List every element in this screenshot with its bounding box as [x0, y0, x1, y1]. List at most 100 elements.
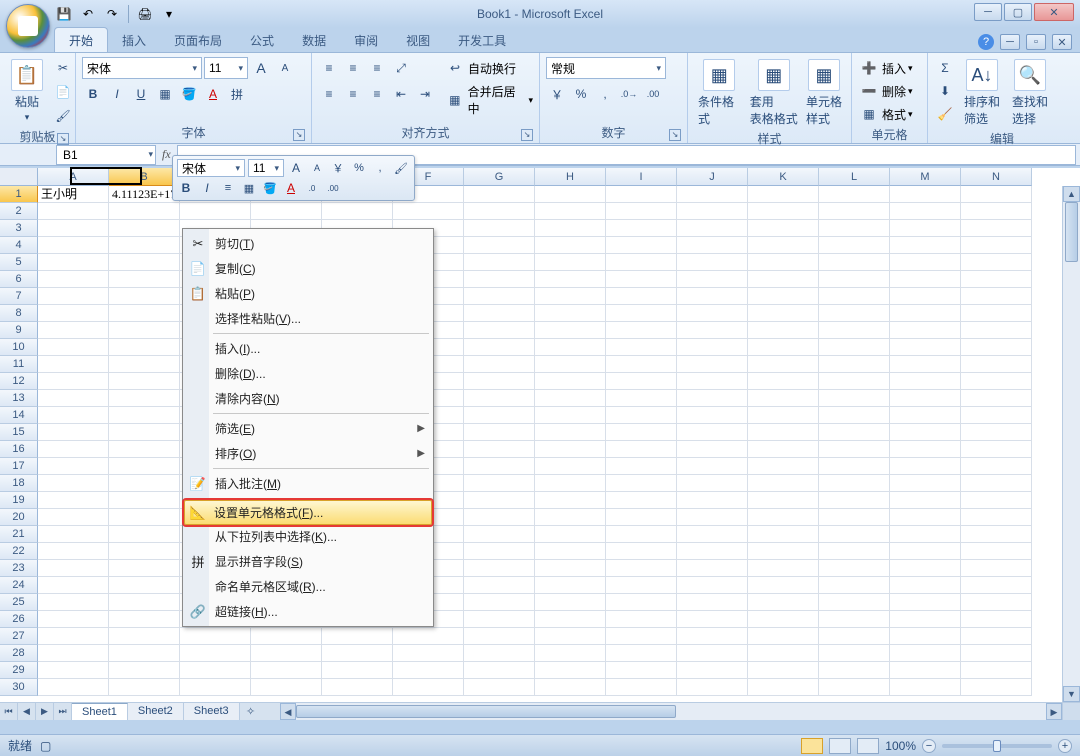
cell[interactable] — [109, 373, 180, 390]
cell[interactable] — [890, 526, 961, 543]
cell[interactable] — [890, 611, 961, 628]
cell[interactable] — [677, 560, 748, 577]
cell[interactable] — [535, 203, 606, 220]
cell[interactable] — [677, 322, 748, 339]
cell[interactable] — [606, 594, 677, 611]
cell[interactable] — [535, 322, 606, 339]
cell[interactable] — [819, 441, 890, 458]
cell[interactable] — [748, 203, 819, 220]
mini-font-combo[interactable]: 宋体▾ — [177, 159, 245, 177]
mini-currency-icon[interactable]: ￥ — [329, 159, 347, 177]
col-header[interactable]: J — [677, 168, 748, 186]
col-header[interactable]: N — [961, 168, 1032, 186]
cell[interactable] — [748, 373, 819, 390]
mini-fontcolor-icon[interactable]: A — [282, 179, 300, 197]
cell[interactable] — [535, 390, 606, 407]
cell[interactable] — [748, 543, 819, 560]
cell[interactable] — [961, 203, 1032, 220]
minimize-button[interactable]: ─ — [974, 3, 1002, 21]
cell[interactable] — [38, 441, 109, 458]
close-button[interactable]: ✕ — [1034, 3, 1074, 21]
cell[interactable] — [109, 628, 180, 645]
row-header[interactable]: 27 — [0, 628, 38, 645]
cell[interactable] — [464, 679, 535, 696]
wrap-text-button[interactable]: ↩自动换行 — [444, 57, 533, 79]
cell[interactable] — [109, 509, 180, 526]
cell[interactable] — [677, 662, 748, 679]
cell[interactable] — [677, 305, 748, 322]
row-header[interactable]: 26 — [0, 611, 38, 628]
cell[interactable] — [393, 662, 464, 679]
row-header[interactable]: 5 — [0, 254, 38, 271]
cell[interactable] — [606, 458, 677, 475]
cell[interactable] — [748, 628, 819, 645]
cell[interactable] — [535, 424, 606, 441]
cell[interactable] — [393, 628, 464, 645]
cell[interactable]: 4.11123E+17 — [109, 186, 180, 203]
name-box[interactable]: B1▾ — [56, 145, 156, 165]
cell[interactable] — [464, 305, 535, 322]
cell[interactable] — [961, 305, 1032, 322]
col-header[interactable]: A — [38, 168, 109, 186]
cell[interactable] — [606, 254, 677, 271]
menu-item-清除内容[interactable]: 清除内容(N) — [185, 386, 431, 411]
cell[interactable] — [38, 628, 109, 645]
cell[interactable] — [38, 526, 109, 543]
cell[interactable] — [819, 509, 890, 526]
row-header[interactable]: 22 — [0, 543, 38, 560]
cell[interactable] — [748, 645, 819, 662]
cell[interactable] — [606, 373, 677, 390]
cell[interactable] — [606, 492, 677, 509]
cell[interactable] — [819, 373, 890, 390]
cell[interactable] — [535, 407, 606, 424]
cell[interactable] — [38, 458, 109, 475]
cell[interactable] — [38, 305, 109, 322]
cell[interactable] — [38, 560, 109, 577]
decrease-decimal-icon[interactable]: .00 — [642, 83, 664, 105]
row-header[interactable]: 12 — [0, 373, 38, 390]
print-icon[interactable]: 🖨 — [135, 4, 155, 24]
cell[interactable] — [322, 662, 393, 679]
cell[interactable] — [961, 492, 1032, 509]
cell[interactable] — [677, 543, 748, 560]
cell[interactable] — [109, 645, 180, 662]
cell[interactable] — [961, 237, 1032, 254]
cell[interactable] — [464, 339, 535, 356]
cell[interactable] — [109, 424, 180, 441]
menu-item-设置单元格格式[interactable]: 📐设置单元格格式(F)... — [184, 500, 432, 525]
cell[interactable] — [535, 254, 606, 271]
cell[interactable] — [535, 594, 606, 611]
cell[interactable] — [38, 475, 109, 492]
sort-filter-button[interactable]: A↓排序和 筛选 — [960, 57, 1004, 129]
cell[interactable] — [535, 560, 606, 577]
cell[interactable] — [961, 543, 1032, 560]
cell[interactable] — [819, 322, 890, 339]
cell[interactable] — [464, 288, 535, 305]
row-header[interactable]: 17 — [0, 458, 38, 475]
mini-shrink-icon[interactable]: A — [308, 159, 326, 177]
fill-color-icon[interactable]: 🪣 — [178, 83, 200, 105]
cell[interactable] — [535, 509, 606, 526]
sheet-tab[interactable]: Sheet1 — [72, 703, 128, 720]
workbook-close-button[interactable]: ✕ — [1052, 34, 1072, 50]
row-header[interactable]: 16 — [0, 441, 38, 458]
align-top-icon[interactable]: ≡ — [318, 57, 340, 79]
cut-icon[interactable]: ✂ — [52, 57, 74, 79]
workbook-minimize-button[interactable]: ─ — [1000, 34, 1020, 50]
menu-item-选择性粘贴[interactable]: 选择性粘贴(V)... — [185, 306, 431, 331]
cell[interactable] — [890, 271, 961, 288]
cell[interactable] — [535, 577, 606, 594]
office-button[interactable] — [6, 4, 50, 48]
cell[interactable] — [677, 356, 748, 373]
cell[interactable] — [677, 611, 748, 628]
cell[interactable] — [819, 271, 890, 288]
cell[interactable] — [819, 424, 890, 441]
cell[interactable] — [890, 492, 961, 509]
sheet-tab[interactable]: Sheet2 — [128, 703, 184, 720]
cell[interactable] — [819, 679, 890, 696]
dialog-launcher-icon[interactable]: ↘ — [293, 129, 305, 141]
cell[interactable] — [606, 186, 677, 203]
cell[interactable] — [890, 390, 961, 407]
cell[interactable] — [464, 441, 535, 458]
cell[interactable] — [677, 186, 748, 203]
